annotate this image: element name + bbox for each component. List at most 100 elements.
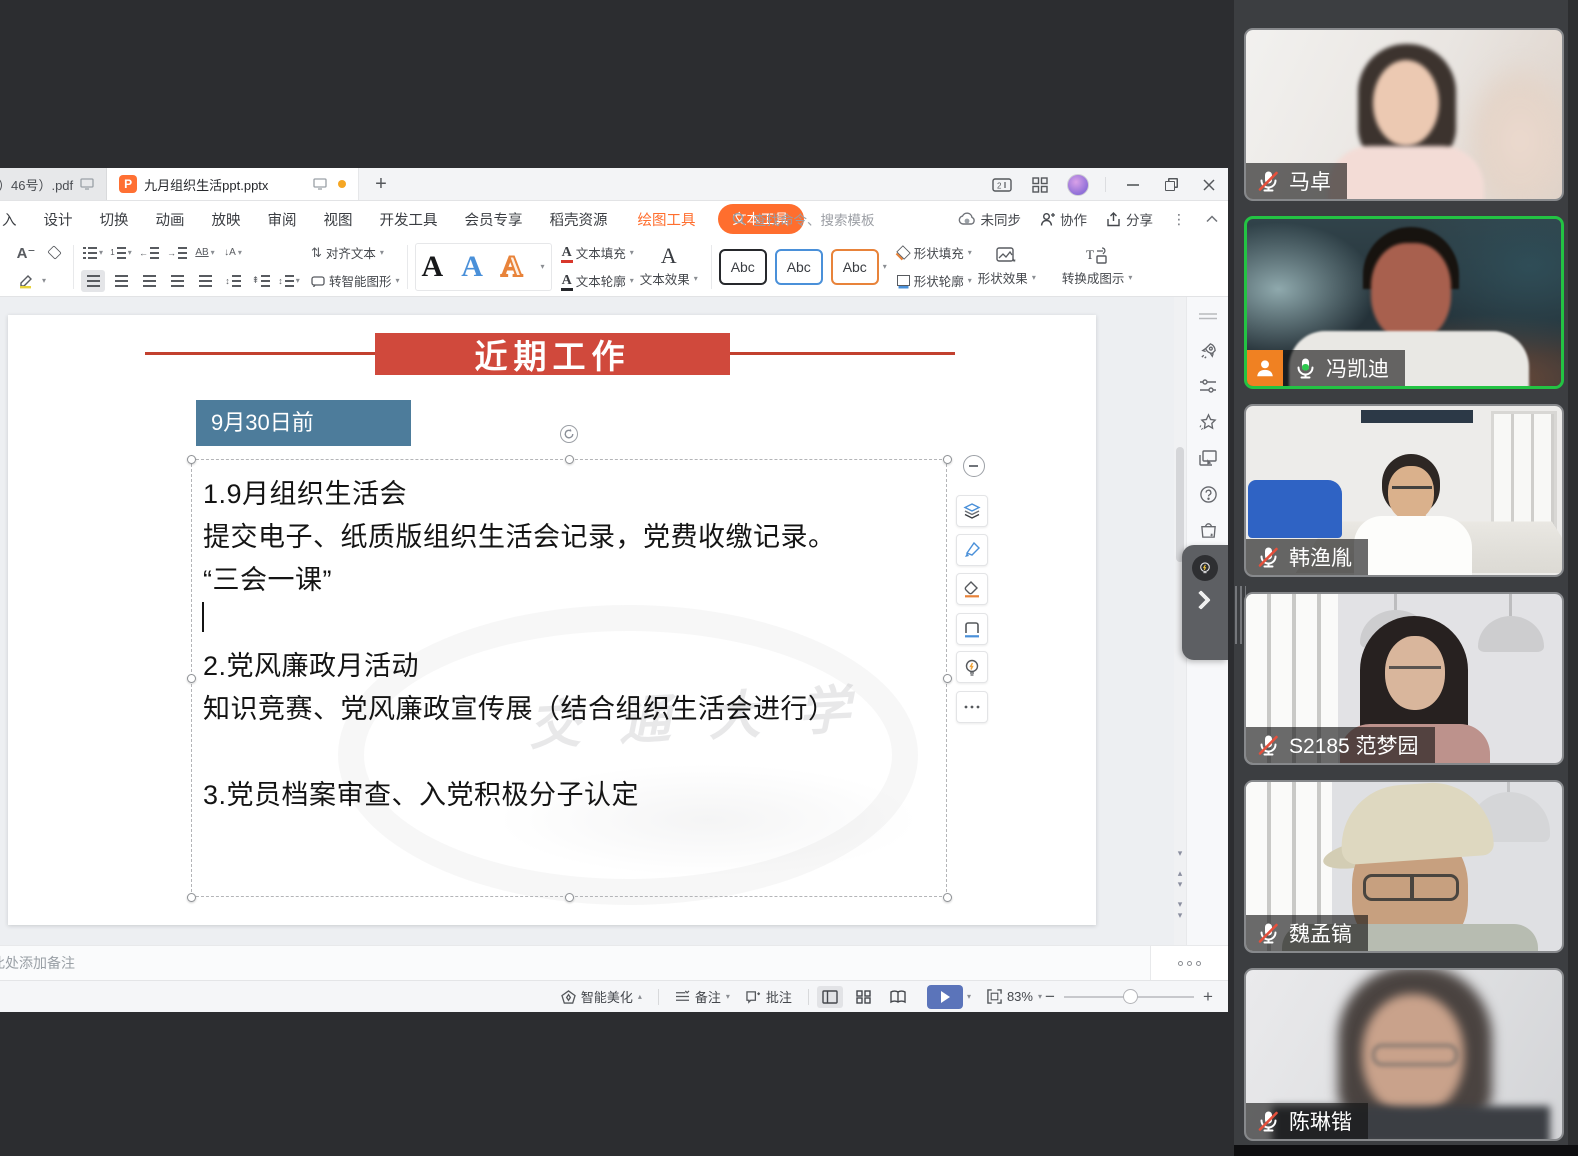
ribbon-tab[interactable]: 动画 [156, 209, 185, 230]
collapse-toolbar-button[interactable] [963, 455, 985, 477]
ribbon-tab[interactable]: 视图 [324, 209, 353, 230]
rocket-icon[interactable] [1187, 335, 1228, 365]
convert-diagram-button[interactable]: T 转换成图示▾ [1056, 246, 1139, 287]
collapse-ribbon-icon[interactable] [1206, 215, 1218, 223]
highlight-pen-icon[interactable] [14, 270, 38, 292]
settings-sliders-icon[interactable] [1187, 371, 1228, 401]
participant-tile[interactable]: 冯凯迪 [1244, 216, 1564, 389]
scrollbar-thumb[interactable] [1176, 447, 1184, 562]
shape-style-gallery[interactable]: AbcAbcAbc [719, 249, 879, 285]
clear-format-icon[interactable] [42, 242, 66, 264]
more-options-icon[interactable]: ⋮ [1172, 211, 1187, 228]
zoom-knob[interactable] [1123, 989, 1138, 1004]
help-icon[interactable] [1187, 479, 1228, 509]
normal-view-button[interactable] [817, 986, 843, 1008]
shape-style-preset[interactable]: Abc [719, 249, 767, 285]
expand-chevron-icon[interactable] [1191, 590, 1211, 610]
participant-tile[interactable]: 马卓 [1244, 28, 1564, 201]
star-icon[interactable] [1187, 407, 1228, 437]
slide-text-line[interactable]: 知识竞赛、党风廉政宣传展（结合组织生活会进行） [203, 687, 836, 726]
decrease-indent-icon[interactable]: ← [137, 242, 161, 264]
slide-text-line[interactable]: 1.9月组织生活会 [203, 472, 407, 511]
wordart-preset[interactable]: A [461, 252, 483, 282]
ribbon-tab[interactable]: 开发工具 [380, 209, 438, 230]
prev-slide-double-icon[interactable]: ▴▾ [1178, 868, 1183, 890]
zoom-in-button[interactable]: + [1200, 987, 1216, 1007]
ribbon-tab[interactable]: 设计 [44, 209, 73, 230]
fill-button[interactable] [956, 573, 988, 605]
gallery-expand-icon[interactable]: ▾ [883, 262, 887, 271]
document-tab-active[interactable]: P 九月组织生活ppt.pptx [107, 168, 359, 200]
new-tab-button[interactable]: + [359, 168, 403, 200]
bullet-list-icon[interactable]: ▾ [81, 242, 105, 264]
prev-slide-icon[interactable]: ▾ [1178, 848, 1183, 859]
meeting-panel-flap[interactable] [1182, 545, 1228, 660]
windows-overlap-icon[interactable] [1187, 443, 1228, 473]
ribbon-tab-drawing-tools[interactable]: 绘图工具 [638, 209, 696, 230]
play-options-icon[interactable]: ▾ [967, 992, 971, 1001]
ribbon-tab[interactable]: 审阅 [268, 209, 297, 230]
line-spacing-icon[interactable]: ↕ [221, 270, 245, 292]
multi-window-icon[interactable]: 2 [991, 174, 1013, 196]
line-spacing-options-icon[interactable]: ↕▾ [277, 270, 301, 292]
shape-style-preset[interactable]: Abc [831, 249, 879, 285]
ribbon-tab[interactable]: 稻壳资源 [550, 209, 608, 230]
user-avatar[interactable] [1067, 174, 1089, 196]
participant-tile[interactable]: 陈琳锴 [1244, 968, 1564, 1141]
text-fill-button[interactable]: A文本填充▾ [562, 243, 634, 262]
increase-indent-icon[interactable]: → [165, 242, 189, 264]
slide-text-line[interactable]: 2.党风廉政月活动 [203, 644, 419, 683]
monitor-icon[interactable] [313, 178, 327, 190]
fit-window-button[interactable]: 83%▾ [987, 989, 1042, 1004]
participant-tile[interactable]: 韩渔胤 [1244, 404, 1564, 577]
shape-outline-button[interactable]: 形状轮廓▾ [897, 271, 972, 290]
close-button[interactable] [1198, 174, 1220, 196]
participant-tile[interactable]: S2185 范梦园 [1244, 592, 1564, 765]
command-search[interactable]: 查找命令、搜索模板 [732, 209, 875, 229]
slide-text-line[interactable]: “三会一课” [203, 558, 332, 597]
wordart-preset[interactable]: A [422, 252, 444, 282]
decrease-font-icon[interactable]: A⁻ [14, 242, 38, 264]
smart-beautify-button[interactable]: 智能美化▴ [561, 987, 642, 1006]
shape-fill-button[interactable]: 形状填充▾ [897, 243, 972, 262]
align-left-icon[interactable] [81, 270, 105, 292]
align-text-button[interactable]: ⇅对齐文本▾ [311, 243, 384, 262]
align-right-icon[interactable] [137, 270, 161, 292]
more-tools-button[interactable] [956, 691, 988, 723]
collaborate-button[interactable]: 协作 [1040, 209, 1087, 229]
gallery-expand-icon[interactable]: ▾ [541, 262, 545, 271]
distribute-icon[interactable] [193, 270, 217, 292]
shape-style-preset[interactable]: Abc [775, 249, 823, 285]
status-more-panel[interactable] [1150, 945, 1228, 980]
wordart-gallery[interactable]: AAA ▾ [415, 243, 552, 291]
ribbon-tab[interactable]: 放映 [212, 209, 241, 230]
slide-text-line[interactable]: 提交电子、纸质版组织生活会记录，党费收缴记录。 [203, 515, 836, 554]
zoom-out-button[interactable]: − [1042, 987, 1058, 1007]
participant-tile[interactable]: 魏孟镐 [1244, 780, 1564, 953]
zoom-slider[interactable] [1064, 996, 1194, 998]
layers-button[interactable] [956, 495, 988, 527]
justify-icon[interactable] [165, 270, 189, 292]
reading-view-button[interactable] [885, 986, 911, 1008]
notes-button[interactable]: 备注▾ [675, 987, 730, 1006]
char-spacing-icon[interactable]: AB▾ [193, 242, 217, 264]
minimize-button[interactable] [1122, 174, 1144, 196]
wordart-preset[interactable]: A [501, 252, 523, 282]
ribbon-tab[interactable]: 切换 [100, 209, 129, 230]
outline-button[interactable] [956, 613, 988, 645]
text-outline-button[interactable]: A文本轮廓▾ [562, 271, 634, 290]
space-before-icon[interactable]: ⇞ [249, 270, 273, 292]
smart-graphic-button[interactable]: 转智能图形▾ [311, 271, 400, 290]
text-direction-icon[interactable]: ↓A▾ [221, 242, 245, 264]
rail-drag-icon[interactable] [1187, 301, 1228, 331]
textbox-content[interactable]: 1.9月组织生活会提交电子、纸质版组织生活会记录，党费收缴记录。 “三会一课” 2.… [8, 315, 1096, 925]
brush-button[interactable] [956, 534, 988, 566]
restore-button[interactable] [1160, 174, 1182, 196]
slide-sorter-view-button[interactable] [851, 986, 877, 1008]
sync-status[interactable]: 未同步 [958, 209, 1022, 229]
text-effect-button[interactable]: A 文本效果▾ [634, 245, 704, 288]
ribbon-tab[interactable]: 会员专享 [465, 209, 523, 230]
smart-bulb-icon[interactable] [1192, 555, 1218, 581]
slideshow-play-button[interactable] [927, 985, 963, 1009]
shape-effect-button[interactable]: 形状效果▾ [972, 246, 1042, 287]
